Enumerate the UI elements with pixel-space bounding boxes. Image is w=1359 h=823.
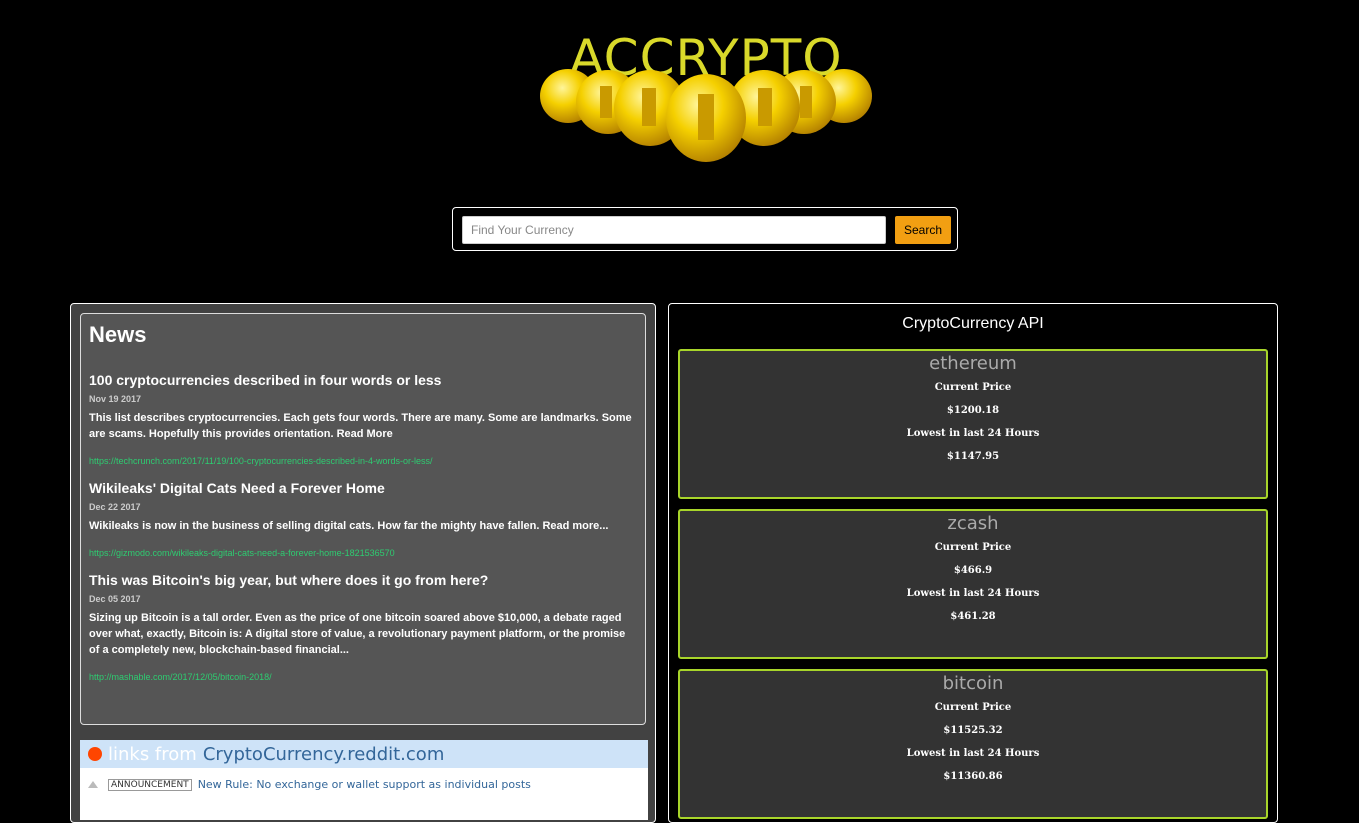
news-article: Wikileaks' Digital Cats Need a Forever H… — [89, 480, 637, 558]
news-article: This was Bitcoin's big year, but where d… — [89, 572, 637, 682]
low-price: $461.28 — [950, 611, 996, 622]
coin-card-ethereum: ethereum Current Price $1200.18 Lowest i… — [678, 349, 1268, 499]
current-price: $466.9 — [953, 565, 993, 576]
announcement-badge: ANNOUNCEMENT — [108, 778, 192, 791]
low-price: $11360.86 — [943, 771, 1003, 782]
news-article: 100 cryptocurrencies described in four w… — [89, 372, 637, 466]
current-price: $11525.32 — [943, 725, 1003, 736]
site-logo[interactable]: ACCRYPTO — [538, 28, 874, 168]
reddit-post-link[interactable]: New Rule: No exchange or wallet support … — [198, 778, 531, 791]
coin-name: zcash — [947, 513, 999, 534]
low-price: $1147.95 — [946, 451, 1000, 462]
coin-name: bitcoin — [942, 673, 1004, 694]
article-description: Sizing up Bitcoin is a tall order. Even … — [89, 612, 626, 656]
article-title: Wikileaks' Digital Cats Need a Forever H… — [89, 480, 385, 496]
news-panel: News 100 cryptocurrencies described in f… — [70, 303, 656, 823]
current-price: $1200.18 — [946, 405, 1000, 416]
reddit-post: ANNOUNCEMENT New Rule: No exchange or wa… — [80, 768, 648, 791]
article-title: 100 cryptocurrencies described in four w… — [89, 372, 442, 388]
article-link[interactable]: https://gizmodo.com/wikileaks-digital-ca… — [89, 548, 637, 558]
low-label: Lowest in last 24 Hours — [906, 588, 1040, 599]
price-label: Current Price — [934, 702, 1012, 713]
search-bar: Search — [452, 207, 958, 251]
low-label: Lowest in last 24 Hours — [906, 428, 1040, 439]
reddit-widget: links from CryptoCurrency.reddit.com ANN… — [80, 740, 648, 820]
article-link[interactable]: https://techcrunch.com/2017/11/19/100-cr… — [89, 456, 637, 466]
crypto-api-panel: CryptoCurrency API ethereum Current Pric… — [668, 303, 1278, 823]
article-title: This was Bitcoin's big year, but where d… — [89, 572, 489, 588]
subreddit-link[interactable]: CryptoCurrency.reddit.com — [203, 744, 445, 765]
search-button[interactable]: Search — [895, 216, 951, 244]
gold-coins-icon — [540, 69, 872, 162]
news-heading: News — [89, 322, 147, 347]
upvote-arrow-icon[interactable] — [88, 781, 98, 788]
article-date: Nov 19 2017 — [89, 394, 142, 404]
reddit-header: links from CryptoCurrency.reddit.com — [80, 740, 648, 768]
news-card: News 100 cryptocurrencies described in f… — [80, 313, 646, 725]
reddit-header-prefix: links from — [108, 743, 197, 765]
article-date: Dec 05 2017 — [89, 594, 141, 604]
search-input[interactable] — [462, 216, 886, 244]
article-description: Wikileaks is now in the business of sell… — [89, 520, 609, 532]
coin-card-zcash: zcash Current Price $466.9 Lowest in las… — [678, 509, 1268, 659]
article-link[interactable]: http://mashable.com/2017/12/05/bitcoin-2… — [89, 672, 637, 682]
coin-name: ethereum — [929, 353, 1017, 374]
api-title: CryptoCurrency API — [902, 315, 1044, 332]
reddit-alien-icon — [88, 747, 102, 761]
coin-card-bitcoin: bitcoin Current Price $11525.32 Lowest i… — [678, 669, 1268, 819]
price-label: Current Price — [934, 542, 1012, 553]
article-description: This list describes cryptocurrencies. Ea… — [89, 412, 632, 440]
low-label: Lowest in last 24 Hours — [906, 748, 1040, 759]
article-date: Dec 22 2017 — [89, 502, 141, 512]
price-label: Current Price — [934, 382, 1012, 393]
